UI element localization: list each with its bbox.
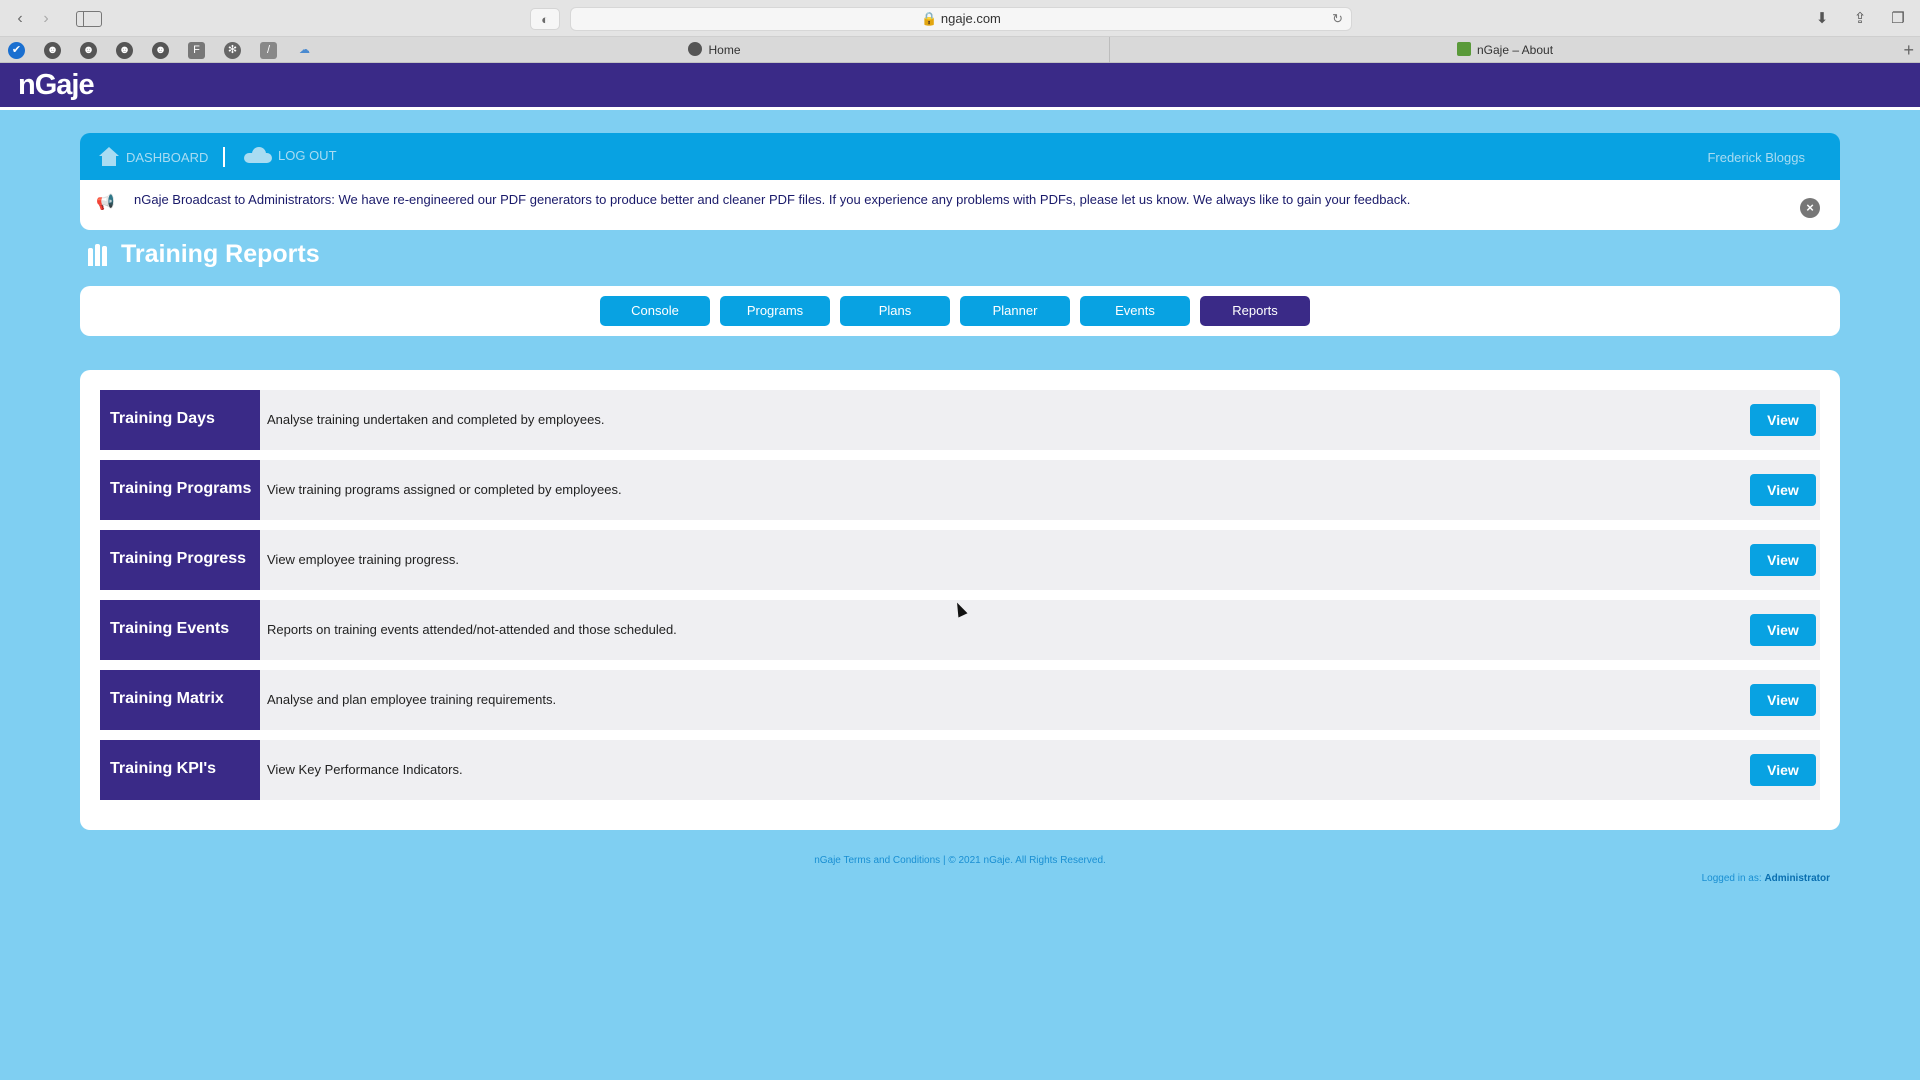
download-icon[interactable]: ⬇ bbox=[1810, 8, 1834, 30]
report-description: Analyse training undertaken and complete… bbox=[267, 412, 605, 427]
bookmark-favicon-icon[interactable]: ☻ bbox=[44, 42, 61, 59]
broadcast-text: nGaje Broadcast to Administrators: We ha… bbox=[134, 192, 1411, 207]
view-button[interactable]: View bbox=[1750, 614, 1816, 646]
view-button[interactable]: View bbox=[1750, 754, 1816, 786]
report-title: Training Events bbox=[100, 600, 260, 660]
privacy-shield-icon[interactable]: ◐ bbox=[530, 8, 560, 30]
lock-icon: 🔒 bbox=[921, 11, 938, 26]
app-header: nGaje bbox=[0, 63, 1920, 110]
bookmark-favicon-icon[interactable]: / bbox=[260, 42, 277, 59]
report-description: Reports on training events attended/not-… bbox=[267, 622, 677, 637]
megaphone-icon: 📢 bbox=[96, 194, 115, 211]
tab-programs[interactable]: Programs bbox=[720, 296, 830, 326]
report-title: Training Programs bbox=[100, 460, 260, 520]
tab-plans[interactable]: Plans bbox=[840, 296, 950, 326]
bookmark-favicon-icon[interactable]: ☻ bbox=[80, 42, 97, 59]
report-row-training-kpis: Training KPI's View Key Performance Indi… bbox=[100, 740, 1820, 800]
user-name[interactable]: Frederick Bloggs bbox=[1707, 150, 1805, 165]
tab-about[interactable]: nGaje – About bbox=[1110, 37, 1900, 63]
address-bar[interactable]: 🔒 ngaje.com ↻ bbox=[570, 7, 1352, 31]
report-title: Training Progress bbox=[100, 530, 260, 590]
footer-copyright[interactable]: nGaje Terms and Conditions | © 2021 nGaj… bbox=[0, 855, 1920, 866]
dashboard-link[interactable]: DASHBOARD bbox=[98, 147, 208, 167]
logout-link[interactable]: LOG OUT bbox=[244, 147, 337, 163]
close-icon[interactable]: × bbox=[1800, 198, 1820, 218]
new-tab-icon[interactable]: + bbox=[1903, 37, 1914, 63]
logged-in-status: Logged in as: Administrator bbox=[1701, 873, 1830, 884]
report-description: Analyse and plan employee training requi… bbox=[267, 692, 557, 707]
view-button[interactable]: View bbox=[1750, 684, 1816, 716]
people-icon bbox=[88, 243, 107, 266]
tab-planner[interactable]: Planner bbox=[960, 296, 1070, 326]
report-title: Training KPI's bbox=[100, 740, 260, 800]
report-row-training-days: Training Days Analyse training undertake… bbox=[100, 390, 1820, 450]
nav-divider bbox=[223, 147, 225, 167]
about-favicon-icon bbox=[1456, 42, 1471, 56]
bookmark-favicon-icon[interactable]: ☻ bbox=[116, 42, 133, 59]
report-row-training-progress: Training Progress View employee training… bbox=[100, 530, 1820, 590]
view-button[interactable]: View bbox=[1750, 404, 1816, 436]
logged-in-role: Administrator bbox=[1764, 873, 1830, 884]
sidebar-toggle-icon[interactable] bbox=[76, 11, 102, 27]
report-title: Training Matrix bbox=[100, 670, 260, 730]
tabs-overview-icon[interactable]: ❐ bbox=[1886, 8, 1910, 30]
bookmark-favicon-icon[interactable]: ✔ bbox=[8, 42, 25, 59]
page-title-area: Training Reports bbox=[88, 240, 320, 269]
page-title: Training Reports bbox=[121, 240, 320, 268]
report-description: View Key Performance Indicators. bbox=[267, 762, 463, 777]
share-icon[interactable]: ⇪ bbox=[1848, 8, 1872, 30]
bookmark-cloud-icon[interactable]: ☁ bbox=[296, 42, 313, 59]
logo[interactable]: nGaje bbox=[18, 69, 95, 102]
report-row-training-matrix: Training Matrix Analyse and plan employe… bbox=[100, 670, 1820, 730]
cloud-icon bbox=[244, 147, 272, 163]
home-favicon-icon bbox=[688, 42, 703, 56]
tab-console[interactable]: Console bbox=[600, 296, 710, 326]
broadcast-banner: 📢 nGaje Broadcast to Administrators: We … bbox=[80, 180, 1840, 230]
reload-icon[interactable]: ↻ bbox=[1332, 8, 1343, 30]
browser-toolbar: ‹ › ◐ 🔒 ngaje.com ↻ ⬇ ⇪ ❐ bbox=[0, 0, 1920, 37]
tab-events[interactable]: Events bbox=[1080, 296, 1190, 326]
report-row-training-programs: Training Programs View training programs… bbox=[100, 460, 1820, 520]
bookmark-favicon-icon[interactable]: ☻ bbox=[152, 42, 169, 59]
house-icon bbox=[98, 147, 120, 167]
tab-reports[interactable]: Reports bbox=[1200, 296, 1310, 326]
back-arrow-icon[interactable]: ‹ bbox=[10, 8, 30, 30]
bookmark-favicon-icon[interactable]: ✻ bbox=[224, 42, 241, 59]
forward-arrow-icon[interactable]: › bbox=[36, 8, 56, 30]
url-text: ngaje.com bbox=[940, 11, 1001, 26]
report-description: View training programs assigned or compl… bbox=[267, 482, 622, 497]
report-description: View employee training progress. bbox=[267, 552, 459, 567]
report-title: Training Days bbox=[100, 390, 260, 450]
tab-bar: ✔ ☻ ☻ ☻ ☻ F ✻ / ☁ Home nGaje – About + bbox=[0, 37, 1920, 63]
tab-home[interactable]: Home bbox=[320, 37, 1110, 63]
top-nav: DASHBOARD LOG OUT Frederick Bloggs bbox=[80, 133, 1840, 180]
view-button[interactable]: View bbox=[1750, 474, 1816, 506]
view-button[interactable]: View bbox=[1750, 544, 1816, 576]
section-tabs: Console Programs Plans Planner Events Re… bbox=[80, 286, 1840, 336]
bookmark-favicon-icon[interactable]: F bbox=[188, 42, 205, 59]
